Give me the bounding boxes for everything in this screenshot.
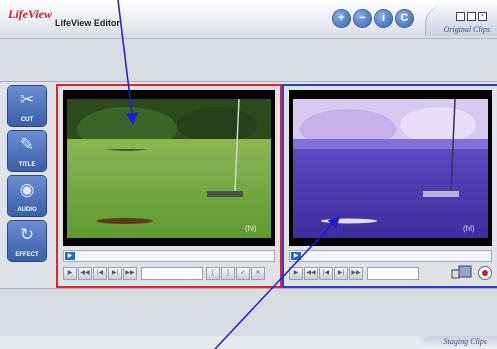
staging-clips-area[interactable] <box>0 288 497 337</box>
original-clips-label: Original Clips <box>443 25 490 34</box>
mark-out-button[interactable]: ] <box>221 267 235 280</box>
step-back-button[interactable]: |◀ <box>93 267 107 280</box>
restore-icon[interactable] <box>467 12 476 21</box>
title-label: TITLE <box>18 162 36 168</box>
record-button[interactable] <box>478 266 492 280</box>
effect-video-frame[interactable]: (hl) <box>289 90 492 246</box>
app-logo: LifeView <box>8 7 52 21</box>
staging-clips-tab[interactable]: Staging Clips <box>420 336 497 349</box>
time-display <box>367 267 419 280</box>
play-button[interactable]: ▶ <box>289 267 303 280</box>
copyright-button[interactable]: C <box>396 10 413 27</box>
step-back-button[interactable]: |◀ <box>319 267 333 280</box>
effect-seek-bar[interactable]: ▶ <box>289 250 492 262</box>
export-icon[interactable] <box>451 264 473 280</box>
scissors-icon: ✂ <box>19 90 35 109</box>
add-button[interactable]: + <box>333 10 350 27</box>
minimize-icon[interactable] <box>456 12 465 21</box>
title-tool-button[interactable]: ✎ TITLE <box>8 131 46 171</box>
original-clips-tab[interactable]: × Original Clips <box>425 6 497 36</box>
footer-bar <box>0 336 420 349</box>
fast-forward-button[interactable]: ▶▶ <box>123 267 137 280</box>
watermark-left: (hl) <box>245 224 257 233</box>
original-video-image: (hl) <box>67 99 271 238</box>
mark-in-button[interactable]: [ <box>206 267 220 280</box>
effect-tool-button[interactable]: ↻ EFFECT <box>8 221 46 261</box>
time-display <box>141 267 203 280</box>
title-bar: LifeView LifeView Editor + − i C × Origi… <box>0 0 497 39</box>
effect-label: EFFECT <box>15 252 39 258</box>
info-button[interactable]: i <box>375 10 392 27</box>
play-icon[interactable]: ▶ <box>291 252 301 260</box>
step-forward-button[interactable]: ▶| <box>334 267 348 280</box>
app-title: LifeView Editor <box>55 18 120 28</box>
pen-icon: ✎ <box>19 135 35 154</box>
watermark-right: (hl) <box>463 224 475 233</box>
effect-video-image: (hl) <box>293 99 488 238</box>
audio-tool-button[interactable]: ◉ AUDIO <box>8 176 46 216</box>
rewind-button[interactable]: ◀◀ <box>304 267 318 280</box>
play-icon[interactable]: ▶ <box>65 252 75 260</box>
confirm-button[interactable]: ✓ <box>236 267 250 280</box>
speaker-icon: ◉ <box>19 180 35 199</box>
rewind-button[interactable]: ◀◀ <box>78 267 92 280</box>
play-button[interactable]: ▶ <box>63 267 77 280</box>
remove-button[interactable]: − <box>354 10 371 27</box>
fast-forward-button[interactable]: ▶▶ <box>349 267 363 280</box>
tool-strip: ✂ CUT ✎ TITLE ◉ AUDIO ↻ EFFECT <box>8 86 48 264</box>
audio-label: AUDIO <box>17 207 37 213</box>
cancel-button[interactable]: ✕ <box>251 267 265 280</box>
close-icon[interactable]: × <box>478 12 487 21</box>
original-seek-bar[interactable]: ▶ <box>63 250 275 262</box>
original-controls: ▶ ◀◀ |◀ ▶| ▶▶ [ ] ✓ ✕ <box>63 266 275 280</box>
effect-preview-panel: (hl) ▶ ▶ ◀◀ |◀ ▶| ▶▶ <box>282 84 497 288</box>
original-preview-panel: (hl) ▶ ▶ ◀◀ |◀ ▶| ▶▶ [ ] ✓ ✕ <box>56 84 282 288</box>
cut-tool-button[interactable]: ✂ CUT <box>8 86 46 126</box>
effect-controls: ▶ ◀◀ |◀ ▶| ▶▶ <box>289 264 492 280</box>
staging-clips-label: Staging Clips <box>443 337 487 346</box>
record-icon <box>482 270 488 276</box>
original-clips-area[interactable] <box>0 39 497 82</box>
original-video-frame[interactable]: (hl) <box>63 90 275 246</box>
effect-swirl-icon: ↻ <box>19 225 35 244</box>
cut-label: CUT <box>20 117 34 123</box>
step-forward-button[interactable]: ▶| <box>108 267 122 280</box>
